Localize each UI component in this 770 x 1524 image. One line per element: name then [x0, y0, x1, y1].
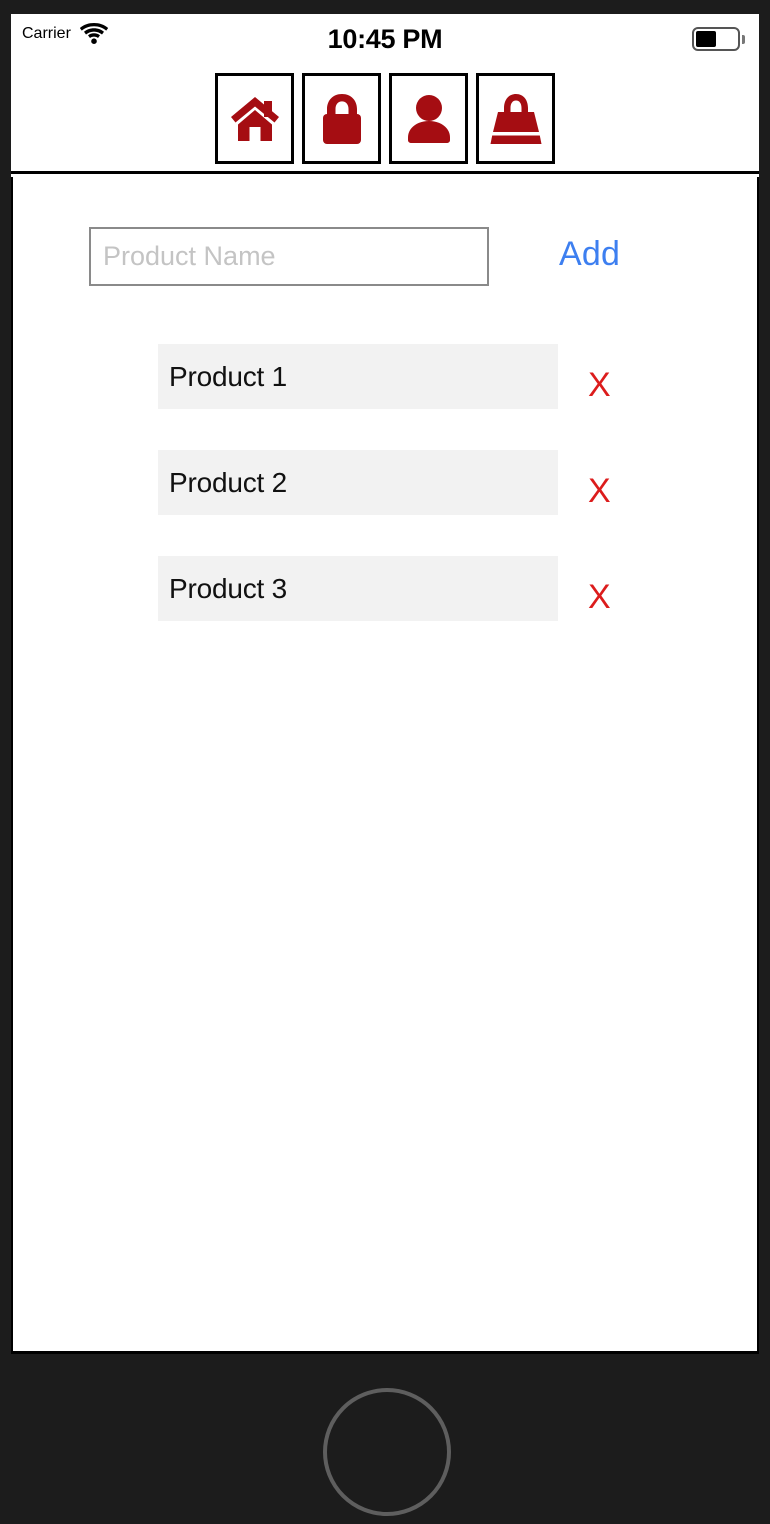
delete-product-button[interactable]: X: [588, 474, 611, 508]
nav-button-lock[interactable]: [302, 73, 381, 164]
nav-button-account[interactable]: [389, 73, 468, 164]
product-list-item: Product 3 X: [13, 556, 759, 662]
home-icon: [229, 95, 281, 143]
nav-button-cart[interactable]: [476, 73, 555, 164]
product-name-box[interactable]: Product 1: [158, 344, 558, 409]
battery-fill: [696, 31, 716, 47]
shopping-bag-icon: [489, 93, 543, 145]
add-product-row: Add: [89, 227, 634, 292]
battery-body: [692, 27, 740, 51]
status-bar-clock: 10:45 PM: [327, 24, 443, 54]
status-bar: Carrier 10:45 PM: [11, 14, 759, 66]
product-list: Product 1 X Product 2 X Product 3 X: [13, 344, 759, 662]
home-button[interactable]: [323, 1388, 451, 1516]
product-label: Product 3: [169, 572, 288, 604]
product-list-item: Product 1 X: [13, 344, 759, 450]
ios-simulator-device: Carrier 10:45 PM Product Name Add Produc…: [0, 0, 770, 1524]
delete-product-button[interactable]: X: [588, 580, 611, 614]
product-name-box[interactable]: Product 3: [158, 556, 558, 621]
product-name-box[interactable]: Product 2: [158, 450, 558, 515]
add-button[interactable]: Add: [559, 235, 620, 274]
battery-nub: [742, 34, 745, 44]
icon-nav-bar: [11, 66, 759, 174]
device-screen: Carrier 10:45 PM Product Name Add Produc…: [11, 14, 759, 1354]
product-list-item: Product 2 X: [13, 450, 759, 556]
nav-button-home[interactable]: [215, 73, 294, 164]
lock-icon: [321, 93, 363, 145]
product-name-input[interactable]: [89, 227, 489, 286]
product-label: Product 1: [169, 360, 288, 392]
main-content: Add Product 1 X Product 2 X: [11, 177, 759, 1354]
battery-icon: [692, 27, 745, 51]
delete-product-button[interactable]: X: [588, 368, 611, 402]
product-label: Product 2: [169, 466, 288, 498]
person-icon: [406, 94, 452, 144]
